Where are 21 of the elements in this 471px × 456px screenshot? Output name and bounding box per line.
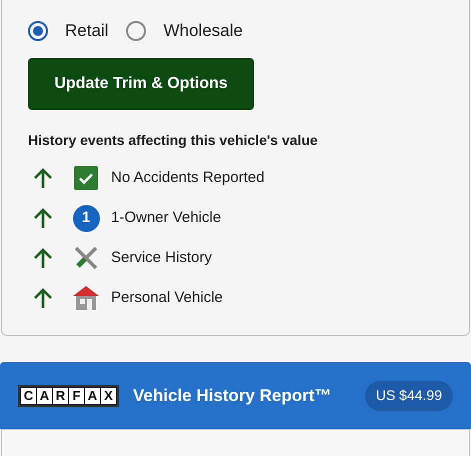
number-badge: 1 bbox=[72, 204, 100, 232]
radio-option[interactable]: Retail bbox=[28, 18, 108, 44]
up-arrow-icon bbox=[32, 167, 54, 189]
radio-button[interactable] bbox=[126, 21, 146, 41]
checkmark-icon bbox=[74, 166, 98, 190]
radio-button[interactable] bbox=[28, 21, 48, 41]
up-arrow-icon bbox=[32, 287, 54, 309]
update-button[interactable]: Update Trim & Options bbox=[28, 58, 254, 110]
radio-option[interactable]: Wholesale bbox=[126, 18, 243, 44]
logo: C A R F A X bbox=[18, 384, 119, 406]
event-label: 1-Owner Vehicle bbox=[111, 208, 222, 228]
event-label: No Accidents Reported bbox=[111, 168, 264, 188]
report-title: Vehicle History Report™ bbox=[133, 384, 332, 407]
house-icon bbox=[73, 286, 99, 310]
up-arrow-icon bbox=[32, 207, 54, 229]
event-label: Personal Vehicle bbox=[111, 288, 223, 308]
event-label: Service History bbox=[111, 248, 212, 268]
up-arrow-icon bbox=[32, 247, 54, 269]
history-heading: History events affecting this vehicle's value bbox=[28, 131, 319, 150]
tools-icon bbox=[73, 245, 99, 271]
price-pill: US $44.99 bbox=[364, 380, 453, 410]
